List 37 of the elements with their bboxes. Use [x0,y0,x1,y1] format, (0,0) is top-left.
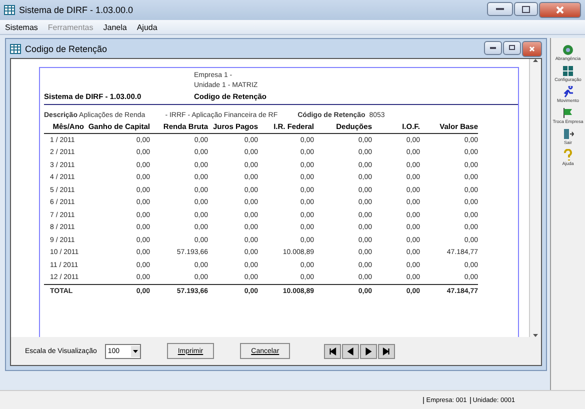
minimize-icon [490,46,496,48]
close-button[interactable] [539,2,581,18]
window-title: Sistema de DIRF - 1.03.00.0 [19,5,134,15]
maximize-button[interactable] [514,2,538,16]
running-figure-icon [562,86,574,98]
table-icon [4,5,15,15]
door-icon [562,128,574,140]
vertical-scrollbar[interactable] [529,59,541,337]
flag-icon [562,107,574,119]
close-button[interactable] [522,40,542,56]
previous-page-icon [346,346,356,356]
minimize-button[interactable] [487,2,513,16]
question-mark-icon [562,149,574,161]
page-nav-button[interactable] [378,344,396,358]
menu-item[interactable]: Sistemas [5,22,38,32]
child-window-title: Codigo de Retenção [25,44,108,54]
page-nav-button[interactable] [360,344,378,358]
menu-item[interactable]: Janela [103,22,127,32]
maximize-icon [522,6,530,12]
grid-icon [562,65,574,77]
table-icon [10,44,21,54]
minimize-button[interactable] [484,40,502,54]
next-page-icon [364,346,374,356]
close-icon [556,6,564,14]
page-nav-button[interactable] [324,344,342,358]
menu-item[interactable]: Ajuda [136,22,158,32]
maximize-button[interactable] [503,40,521,54]
scroll-down-icon[interactable] [533,334,538,337]
first-page-icon [328,346,338,356]
scroll-up-icon[interactable] [533,59,538,62]
minimize-icon [496,8,504,10]
close-icon [529,46,535,52]
page-nav-button[interactable] [342,344,360,358]
caret-icon [132,350,138,352]
last-page-icon [382,346,392,356]
maximize-icon [509,45,515,50]
globe-icon [562,44,574,56]
